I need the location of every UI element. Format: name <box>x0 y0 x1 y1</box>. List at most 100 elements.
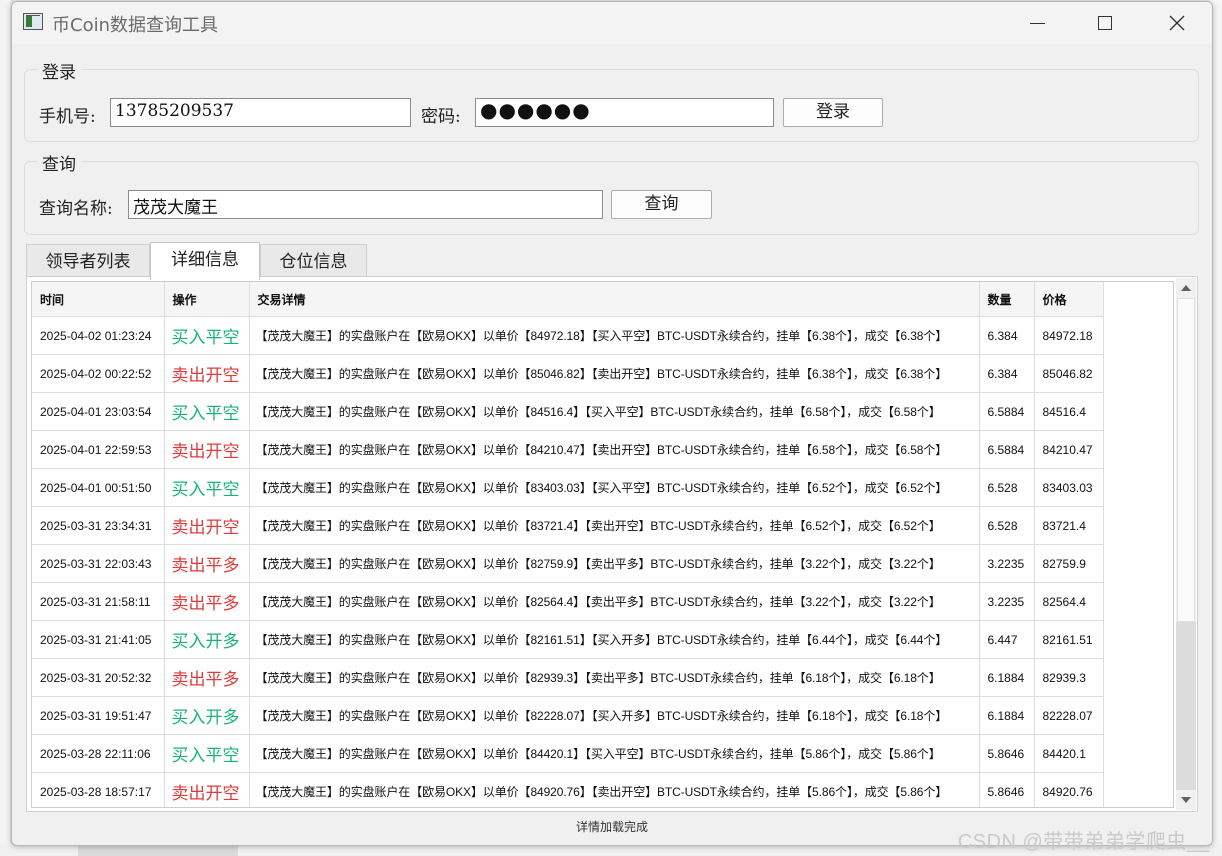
cell-detail: 【茂茂大魔王】的实盘账户在【欧易OKX】以单价【82939.3】【卖出平多】BT… <box>249 658 980 697</box>
maximize-button[interactable] <box>1082 2 1128 44</box>
tab-leader-list[interactable]: 领导者列表 <box>26 244 150 278</box>
query-button[interactable]: 查询 <box>611 190 712 219</box>
cell-detail: 【茂茂大魔王】的实盘账户在【欧易OKX】以单价【84516.4】【买入平空】BT… <box>249 392 980 431</box>
cell-price: 84516.4 <box>1034 392 1104 431</box>
chevron-up-icon <box>1181 285 1191 291</box>
cell-price: 82564.4 <box>1034 582 1104 621</box>
cell-quantity: 6.528 <box>979 506 1035 545</box>
tab-details[interactable]: 详细信息 <box>150 242 260 280</box>
cell-time: 2025-04-02 00:22:52 <box>32 354 165 393</box>
table-row[interactable]: 2025-03-31 20:52:32 卖出平多 【茂茂大魔王】的实盘账户在【欧易O… <box>32 658 1104 697</box>
cell-time: 2025-04-01 22:59:53 <box>32 430 165 469</box>
table-row[interactable]: 2025-03-28 18:57:17 卖出开空 【茂茂大魔王】的实盘账户在【欧易O… <box>32 772 1104 807</box>
table-row[interactable]: 2025-03-28 22:11:06 买入平空 【茂茂大魔王】的实盘账户在【欧易O… <box>32 734 1104 773</box>
login-button[interactable]: 登录 <box>783 98 883 127</box>
cell-price: 84420.1 <box>1034 734 1104 773</box>
cell-detail: 【茂茂大魔王】的实盘账户在【欧易OKX】以单价【83403.03】【买入平空】B… <box>249 468 980 507</box>
table-row[interactable]: 2025-03-31 22:03:43 卖出平多 【茂茂大魔王】的实盘账户在【欧易O… <box>32 544 1104 583</box>
column-header-price[interactable]: 价格 <box>1034 282 1104 317</box>
cell-detail: 【茂茂大魔王】的实盘账户在【欧易OKX】以单价【82161.51】【买入开多】B… <box>249 620 980 659</box>
tab-positions[interactable]: 仓位信息 <box>260 244 367 278</box>
scroll-up-button[interactable] <box>1176 278 1196 298</box>
password-label: 密码: <box>421 107 461 127</box>
cell-operation: 买入开多 <box>164 696 250 735</box>
phone-input[interactable]: 13785209537 <box>110 98 411 127</box>
cell-time: 2025-03-28 18:57:17 <box>32 772 165 807</box>
minimize-button[interactable] <box>1014 2 1060 44</box>
watermark: CSDN @带带弟弟学爬虫__ <box>957 831 1210 853</box>
details-panel: 时间 操作 交易详情 数量 价格 2025-04-02 01:23:24 买入平空… <box>26 276 1198 812</box>
cell-price: 83403.03 <box>1034 468 1104 507</box>
minimize-icon <box>1029 22 1045 24</box>
table-row[interactable]: 2025-04-01 23:03:54 买入平空 【茂茂大魔王】的实盘账户在【欧易O… <box>32 392 1104 431</box>
close-button[interactable] <box>1154 2 1200 44</box>
phone-label: 手机号: <box>39 107 96 127</box>
desktop-background-left <box>0 0 10 856</box>
table-row[interactable]: 2025-04-01 22:59:53 卖出开空 【茂茂大魔王】的实盘账户在【欧易O… <box>32 430 1104 469</box>
cell-operation: 买入平空 <box>164 392 250 431</box>
table-header-row: 时间 操作 交易详情 数量 价格 <box>32 282 1104 317</box>
cell-operation: 卖出开空 <box>164 354 250 393</box>
cell-detail: 【茂茂大魔王】的实盘账户在【欧易OKX】以单价【83721.4】【卖出开空】BT… <box>249 506 980 545</box>
column-header-time[interactable]: 时间 <box>32 282 165 317</box>
cell-price: 82228.07 <box>1034 696 1104 735</box>
cell-price: 85046.82 <box>1034 354 1104 393</box>
scrollbar-thumb[interactable] <box>1177 298 1195 622</box>
cell-quantity: 5.8646 <box>979 772 1035 807</box>
cell-time: 2025-03-31 21:58:11 <box>32 582 165 621</box>
cell-price: 82161.51 <box>1034 620 1104 659</box>
cell-time: 2025-03-28 22:11:06 <box>32 734 165 773</box>
scroll-down-button[interactable] <box>1176 790 1196 810</box>
close-icon <box>1169 15 1185 31</box>
query-group-title: 查询 <box>37 150 81 175</box>
cell-time: 2025-04-01 00:51:50 <box>32 468 165 507</box>
cell-operation: 卖出平多 <box>164 582 250 621</box>
cell-time: 2025-03-31 22:03:43 <box>32 544 165 583</box>
scrollbar-track[interactable] <box>1176 622 1196 790</box>
cell-detail: 【茂茂大魔王】的实盘账户在【欧易OKX】以单价【85046.82】【卖出开空】B… <box>249 354 980 393</box>
table-row[interactable]: 2025-04-02 00:22:52 卖出开空 【茂茂大魔王】的实盘账户在【欧易O… <box>32 354 1104 393</box>
cell-operation: 卖出平多 <box>164 658 250 697</box>
cell-detail: 【茂茂大魔王】的实盘账户在【欧易OKX】以单价【84210.47】【卖出开空】B… <box>249 430 980 469</box>
query-name-label: 查询名称: <box>39 199 113 219</box>
cell-operation: 买入平空 <box>164 468 250 507</box>
chevron-down-icon <box>1181 797 1191 803</box>
cell-price: 83721.4 <box>1034 506 1104 545</box>
table-row[interactable]: 2025-03-31 21:41:05 买入开多 【茂茂大魔王】的实盘账户在【欧易O… <box>32 620 1104 659</box>
cell-operation: 卖出开空 <box>164 772 250 807</box>
cell-operation: 买入开多 <box>164 620 250 659</box>
trade-table-viewport: 时间 操作 交易详情 数量 价格 2025-04-02 01:23:24 买入平空… <box>31 281 1174 808</box>
cell-operation: 卖出开空 <box>164 430 250 469</box>
column-header-operation[interactable]: 操作 <box>164 282 250 317</box>
cell-quantity: 6.384 <box>979 316 1035 355</box>
table-row[interactable]: 2025-03-31 23:34:31 卖出开空 【茂茂大魔王】的实盘账户在【欧易O… <box>32 506 1104 545</box>
vertical-scrollbar[interactable] <box>1176 278 1196 810</box>
maximize-icon <box>1098 16 1112 30</box>
cell-price: 84972.18 <box>1034 316 1104 355</box>
cell-time: 2025-03-31 23:34:31 <box>32 506 165 545</box>
cell-time: 2025-04-01 23:03:54 <box>32 392 165 431</box>
cell-quantity: 5.8646 <box>979 734 1035 773</box>
cell-detail: 【茂茂大魔王】的实盘账户在【欧易OKX】以单价【84972.18】【买入平空】B… <box>249 316 980 355</box>
cell-operation: 卖出平多 <box>164 544 250 583</box>
cell-price: 82939.3 <box>1034 658 1104 697</box>
trade-table: 时间 操作 交易详情 数量 价格 2025-04-02 01:23:24 买入平空… <box>32 282 1104 807</box>
window-title: 币Coin数据查询工具 <box>52 15 218 36</box>
cell-quantity: 3.2235 <box>979 544 1035 583</box>
column-header-detail[interactable]: 交易详情 <box>249 282 980 317</box>
cell-quantity: 6.447 <box>979 620 1035 659</box>
cell-price: 84920.76 <box>1034 772 1104 807</box>
cell-time: 2025-03-31 20:52:32 <box>32 658 165 697</box>
password-input[interactable]: ●●●●●● <box>475 98 774 127</box>
title-bar[interactable]: 币Coin数据查询工具 <box>12 2 1212 44</box>
table-row[interactable]: 2025-04-02 01:23:24 买入平空 【茂茂大魔王】的实盘账户在【欧易O… <box>32 316 1104 355</box>
query-name-input[interactable]: 茂茂大魔王 <box>128 190 603 219</box>
cell-price: 82759.9 <box>1034 544 1104 583</box>
cell-detail: 【茂茂大魔王】的实盘账户在【欧易OKX】以单价【84920.76】【卖出开空】B… <box>249 772 980 807</box>
table-row[interactable]: 2025-03-31 21:58:11 卖出平多 【茂茂大魔王】的实盘账户在【欧易O… <box>32 582 1104 621</box>
column-header-quantity[interactable]: 数量 <box>979 282 1035 317</box>
cell-time: 2025-03-31 19:51:47 <box>32 696 165 735</box>
table-row[interactable]: 2025-04-01 00:51:50 买入平空 【茂茂大魔王】的实盘账户在【欧易O… <box>32 468 1104 507</box>
table-row[interactable]: 2025-03-31 19:51:47 买入开多 【茂茂大魔王】的实盘账户在【欧易O… <box>32 696 1104 735</box>
cell-operation: 买入平空 <box>164 734 250 773</box>
